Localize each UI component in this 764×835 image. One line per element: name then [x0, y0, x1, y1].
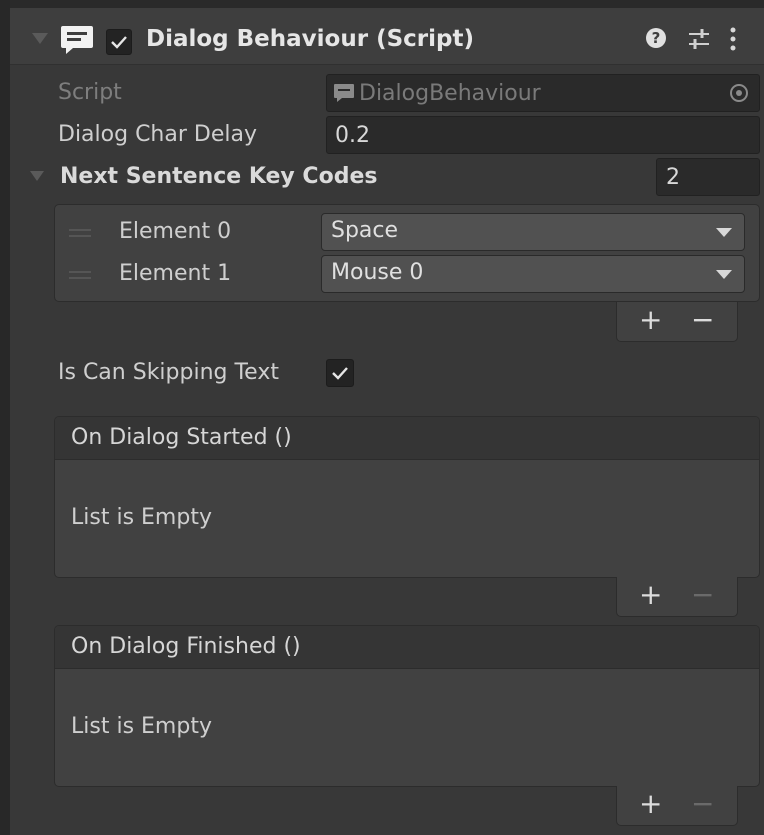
add-element-button[interactable]: +	[639, 306, 662, 334]
component-header[interactable]: Dialog Behaviour (Script) ?	[10, 8, 764, 65]
target-circle-icon[interactable]	[729, 83, 749, 103]
element-0-dropdown[interactable]: Space	[321, 213, 745, 251]
skipping-label[interactable]: Is Can Skipping Text	[58, 360, 279, 385]
event-empty-text: List is Empty	[71, 505, 212, 530]
key-codes-label[interactable]: Next Sentence Key Codes	[60, 164, 377, 189]
event-title: On Dialog Started ()	[71, 425, 292, 450]
component-title: Dialog Behaviour (Script)	[146, 26, 474, 52]
window-top-edge	[10, 0, 764, 8]
char-delay-value: 0.2	[335, 123, 370, 148]
kebab-menu-icon[interactable]	[728, 26, 738, 52]
element-0-value: Space	[331, 218, 399, 243]
skipping-checkbox[interactable]	[326, 359, 354, 387]
drag-handle-icon[interactable]	[69, 271, 91, 279]
key-codes-size-input[interactable]: 2	[656, 158, 760, 196]
element-1-label: Element 1	[119, 261, 232, 286]
component-enabled-checkbox[interactable]	[106, 29, 132, 55]
question-icon[interactable]: ?	[644, 26, 668, 50]
add-listener-button[interactable]: +	[639, 790, 662, 818]
checkmark-icon	[332, 367, 348, 380]
sliders-icon[interactable]	[686, 26, 712, 52]
checkmark-icon	[111, 36, 127, 49]
element-1-value: Mouse 0	[331, 260, 424, 285]
window-left-edge	[0, 0, 10, 835]
caret-down-icon	[716, 228, 732, 237]
remove-element-button[interactable]: −	[691, 306, 714, 334]
dialog-bubble-icon	[61, 26, 93, 54]
event-empty-text: List is Empty	[71, 714, 212, 739]
event-header: On Dialog Finished ()	[55, 626, 759, 669]
key-codes-size-value: 2	[666, 165, 680, 190]
script-value: DialogBehaviour	[359, 81, 541, 106]
script-object-field[interactable]: DialogBehaviour	[326, 74, 760, 112]
svg-text:?: ?	[652, 29, 661, 47]
remove-listener-button[interactable]: −	[691, 581, 714, 609]
script-label: Script	[58, 80, 122, 105]
key-codes-foldout-icon[interactable]	[30, 171, 44, 181]
on-dialog-finished-event: On Dialog Finished () List is Empty	[54, 625, 760, 787]
key-codes-add-remove: + −	[616, 302, 738, 342]
foldout-arrow-icon[interactable]	[32, 33, 48, 44]
event-title: On Dialog Finished ()	[71, 634, 301, 659]
remove-listener-button[interactable]: −	[691, 790, 714, 818]
finished-add-remove: + −	[616, 786, 738, 826]
script-file-icon	[334, 84, 354, 102]
caret-down-icon	[716, 270, 732, 279]
started-add-remove: + −	[616, 577, 738, 617]
on-dialog-started-event: On Dialog Started () List is Empty	[54, 416, 760, 578]
drag-handle-icon[interactable]	[69, 229, 91, 237]
key-codes-list: Element 0 Space Element 1 Mouse 0	[54, 204, 760, 302]
element-1-dropdown[interactable]: Mouse 0	[321, 255, 745, 293]
add-listener-button[interactable]: +	[639, 581, 662, 609]
element-0-label: Element 0	[119, 219, 232, 244]
char-delay-input[interactable]: 0.2	[326, 116, 760, 154]
char-delay-label[interactable]: Dialog Char Delay	[58, 122, 257, 147]
event-header: On Dialog Started ()	[55, 417, 759, 460]
